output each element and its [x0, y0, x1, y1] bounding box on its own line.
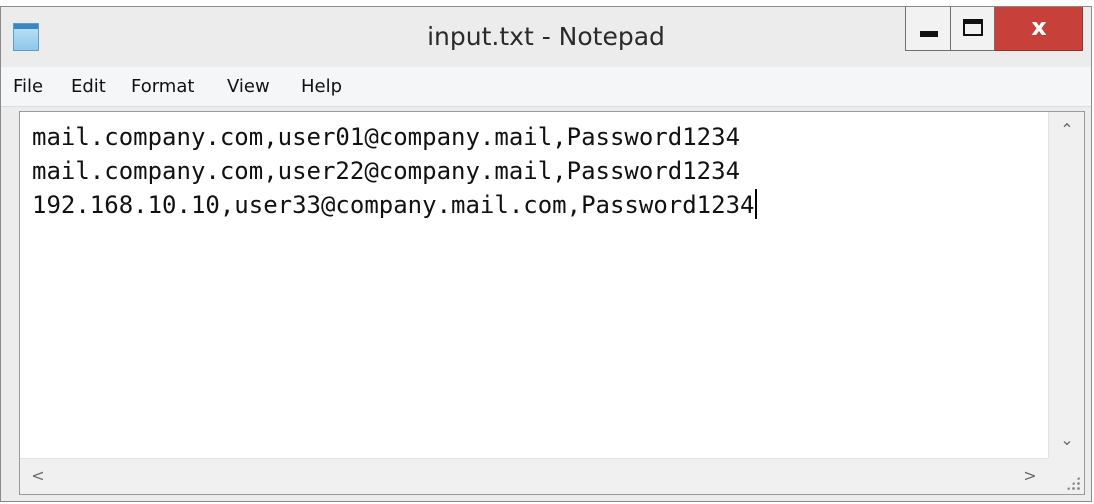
notepad-window: input.txt - Notepad x File Edit Format V…: [0, 6, 1092, 502]
chevron-down-icon[interactable]: ⌄: [1053, 426, 1081, 454]
text-editor[interactable]: mail.company.com,user01@company.mail,Pas…: [19, 111, 1085, 495]
menu-format[interactable]: Format: [131, 67, 194, 107]
menu-edit[interactable]: Edit: [71, 67, 106, 107]
vertical-scrollbar[interactable]: ⌃ ⌄: [1048, 112, 1084, 458]
size-grip-icon: [1066, 476, 1080, 490]
menu-bar: File Edit Format View Help: [1, 67, 1091, 107]
menu-view[interactable]: View: [227, 67, 270, 107]
text-line-2: mail.company.com,user22@company.mail,Pas…: [32, 157, 741, 185]
maximize-icon: [963, 19, 983, 36]
title-bar[interactable]: input.txt - Notepad x: [1, 7, 1091, 67]
minimize-icon: [920, 31, 938, 37]
text-line-3-row: 192.168.10.10,user33@company.mail.com,Pa…: [32, 188, 1048, 222]
text-caret: [755, 189, 758, 219]
close-button[interactable]: x: [995, 7, 1083, 51]
close-icon: x: [1031, 13, 1047, 41]
text-line-3: 192.168.10.10,user33@company.mail.com,Pa…: [32, 191, 755, 219]
menu-file[interactable]: File: [13, 67, 43, 107]
notepad-icon[interactable]: [13, 23, 39, 51]
minimize-button[interactable]: [905, 7, 951, 51]
size-grip[interactable]: [1048, 458, 1084, 494]
menu-help[interactable]: Help: [301, 67, 342, 107]
horizontal-scrollbar[interactable]: < >: [20, 458, 1048, 494]
text-area[interactable]: mail.company.com,user01@company.mail,Pas…: [20, 112, 1048, 458]
chevron-up-icon[interactable]: ⌃: [1053, 116, 1081, 144]
chevron-left-icon[interactable]: <: [24, 462, 52, 490]
caption-buttons: x: [905, 7, 1083, 51]
text-line-1: mail.company.com,user01@company.mail,Pas…: [32, 123, 741, 151]
chevron-right-icon[interactable]: >: [1016, 462, 1044, 490]
maximize-button[interactable]: [951, 7, 995, 51]
